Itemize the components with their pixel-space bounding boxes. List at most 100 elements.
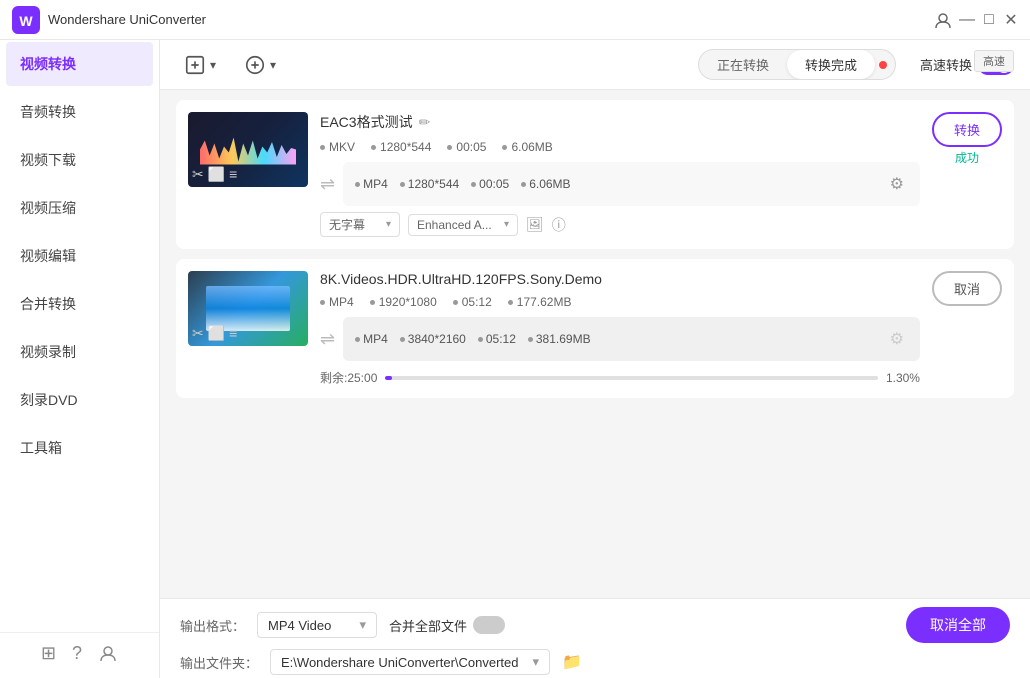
- maximize-button[interactable]: □: [982, 13, 996, 27]
- waveform-visual: [200, 135, 296, 165]
- out-size-2: 381.69MB: [528, 332, 591, 346]
- app-title: Wondershare UniConverter: [48, 12, 934, 27]
- dot: [320, 300, 325, 305]
- folder-icon[interactable]: 📁: [562, 652, 582, 672]
- main-layout: 视频转换 音频转换 视频下载 视频压缩 视频编辑 合并转换 视频录制 刻录DVD…: [0, 40, 1030, 678]
- progress-bar-fill-2: [385, 376, 391, 380]
- sidebar-item-video-convert[interactable]: 视频转换: [6, 42, 153, 86]
- dot: [400, 337, 405, 342]
- out-duration-1: 00:05: [471, 177, 509, 191]
- add-format-button[interactable]: ▾: [236, 48, 284, 82]
- sidebar-item-video-record[interactable]: 视频录制: [0, 328, 159, 376]
- add-file-label: ▾: [210, 58, 216, 72]
- image-icon-1[interactable]: 🖼: [526, 216, 544, 233]
- dot: [320, 145, 325, 150]
- settings-icon-1[interactable]: ⚙: [886, 170, 908, 198]
- format-item-2: MP4: [320, 295, 354, 309]
- info-icon-1[interactable]: ⓘ: [552, 215, 566, 235]
- subtitle-select-1[interactable]: 无字幕 ▾: [320, 212, 400, 237]
- chevron-down-icon: ▾: [359, 617, 366, 633]
- path-select[interactable]: E:\Wondershare UniConverter\Converted ▾: [270, 649, 550, 675]
- convert-button-1[interactable]: 转换: [932, 112, 1002, 147]
- file-info-2: 8K.Videos.HDR.UltraHD.120FPS.Sony.Demo M…: [320, 271, 920, 386]
- sidebar-label: 视频压缩: [20, 198, 76, 218]
- shuffle-icon-2[interactable]: ⇌: [320, 329, 335, 350]
- bottom-row-2: 输出文件夹： E:\Wondershare UniConverter\Conve…: [180, 649, 1010, 675]
- path-label: 输出文件夹：: [180, 653, 258, 672]
- dot: [355, 182, 360, 187]
- sidebar-item-video-download[interactable]: 视频下载: [0, 136, 159, 184]
- file-name-1: EAC3格式测试 ✏: [320, 112, 920, 132]
- edit-icon-1[interactable]: ✏: [419, 114, 431, 131]
- progress-row-2: 剩余:25:00 1.30%: [320, 369, 920, 386]
- user-icon[interactable]: [934, 11, 952, 29]
- file-thumb-2: ✂ ⬜ ≡: [188, 271, 308, 346]
- file-name-2: 8K.Videos.HDR.UltraHD.120FPS.Sony.Demo: [320, 271, 920, 287]
- out-format-1: MP4: [355, 177, 388, 191]
- sidebar-item-video-edit[interactable]: 视频编辑: [0, 232, 159, 280]
- add-file-button[interactable]: ▾: [176, 48, 224, 82]
- progress-text-2: 1.30%: [886, 371, 920, 385]
- thumb-controls-2: ✂ ⬜ ≡: [192, 325, 237, 342]
- converting-status-btn[interactable]: 正在转换: [699, 50, 787, 79]
- dot: [371, 145, 376, 150]
- bottom-row-1: 输出格式： MP4 Video ▾ 合并全部文件 取消全部: [180, 607, 1010, 643]
- title-bar: W Wondershare UniConverter — □ ✕: [0, 0, 1030, 40]
- sidebar-label: 工具箱: [20, 438, 62, 458]
- sidebar-label: 合并转换: [20, 294, 76, 314]
- settings-icon-2[interactable]: ⚙: [886, 325, 908, 353]
- merge-switch[interactable]: [473, 616, 505, 634]
- cancel-button-2[interactable]: 取消: [932, 271, 1002, 306]
- dot: [502, 145, 507, 150]
- format-item-1: MKV: [320, 140, 355, 154]
- chevron-down-icon: ▾: [504, 219, 509, 230]
- dot: [370, 300, 375, 305]
- success-label-1: 成功: [955, 149, 979, 166]
- shuffle-icon-1[interactable]: ⇌: [320, 174, 335, 195]
- help-icon[interactable]: ?: [72, 643, 82, 668]
- file-meta-1: MKV 1280*544 00:05 6.06MB: [320, 140, 920, 154]
- duration-item-2: 05:12: [453, 295, 492, 309]
- cancel-all-button[interactable]: 取消全部: [906, 607, 1010, 643]
- out-format-2: MP4: [355, 332, 388, 346]
- bottom-bar: 输出格式： MP4 Video ▾ 合并全部文件 取消全部 输出文件夹： E:\…: [160, 598, 1030, 678]
- subtitle-row-1: 无字幕 ▾ Enhanced A... ▾ 🖼 ⓘ: [320, 212, 920, 237]
- menu-icon-2[interactable]: ≡: [229, 325, 237, 342]
- sidebar-label: 音频转换: [20, 102, 76, 122]
- layout-icon[interactable]: ⊞: [41, 643, 56, 668]
- progress-bar-bg-2: [385, 376, 878, 380]
- resolution-item-2: 1920*1080: [370, 295, 437, 309]
- sidebar-label: 视频转换: [20, 54, 76, 74]
- user-account-icon[interactable]: [98, 643, 118, 668]
- format-label: 输出格式：: [180, 616, 245, 635]
- sidebar-item-toolbox[interactable]: 工具箱: [0, 424, 159, 472]
- chevron-down-icon: ▾: [532, 654, 539, 670]
- minimize-button[interactable]: —: [960, 13, 974, 27]
- chevron-down-icon: ▾: [386, 219, 391, 230]
- out-resolution-1: 1280*544: [400, 177, 459, 191]
- trim-icon-2[interactable]: ✂: [192, 325, 204, 342]
- out-resolution-2: 3840*2160: [400, 332, 466, 346]
- sidebar-item-merge-convert[interactable]: 合并转换: [0, 280, 159, 328]
- crop-icon-2[interactable]: ⬜: [208, 325, 225, 342]
- sidebar-label: 视频编辑: [20, 246, 76, 266]
- enhanced-select-1[interactable]: Enhanced A... ▾: [408, 214, 518, 236]
- crop-icon[interactable]: ⬜: [208, 166, 225, 183]
- status-toggle: 正在转换 转换完成: [698, 49, 896, 80]
- dot: [355, 337, 360, 342]
- close-button[interactable]: ✕: [1004, 13, 1018, 27]
- sidebar-item-audio-convert[interactable]: 音频转换: [0, 88, 159, 136]
- menu-icon[interactable]: ≡: [229, 166, 237, 183]
- done-status-btn[interactable]: 转换完成: [787, 50, 875, 79]
- sidebar-item-video-compress[interactable]: 视频压缩: [0, 184, 159, 232]
- trim-icon[interactable]: ✂: [192, 166, 204, 183]
- sidebar: 视频转换 音频转换 视频下载 视频压缩 视频编辑 合并转换 视频录制 刻录DVD…: [0, 40, 160, 678]
- format-select[interactable]: MP4 Video ▾: [257, 612, 377, 638]
- high-speed-label: 高速转换: [920, 55, 972, 74]
- sidebar-item-burn-dvd[interactable]: 刻录DVD: [0, 376, 159, 424]
- out-size-1: 6.06MB: [521, 177, 570, 191]
- size-item-2: 177.62MB: [508, 295, 572, 309]
- svg-text:W: W: [19, 13, 33, 29]
- output-section-1: MP4 1280*544 00:05: [343, 162, 920, 206]
- remain-label-2: 剩余:25:00: [320, 369, 377, 386]
